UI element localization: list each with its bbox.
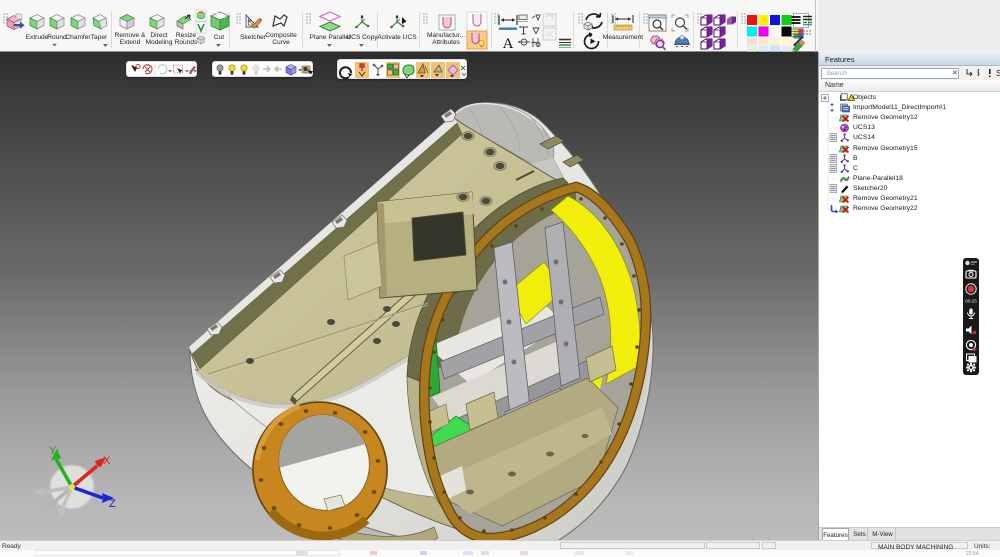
svg-text:UCS Copy: UCS Copy <box>346 34 378 41</box>
svg-text:Direct: Direct <box>150 32 167 39</box>
svg-text:Attributes: Attributes <box>432 39 461 46</box>
svg-text:Plane Parallel: Plane Parallel <box>310 34 351 41</box>
svg-text:Measurement: Measurement <box>603 34 643 41</box>
svg-text:S: S <box>996 69 1000 78</box>
svg-text:A: A <box>503 36 514 52</box>
svg-text:Extrude: Extrude <box>26 34 49 41</box>
svg-text:Modeling: Modeling <box>146 39 173 46</box>
svg-text:Manufactur...: Manufactur... <box>427 32 465 39</box>
svg-text:Z: Z <box>109 498 116 510</box>
svg-text:X: X <box>103 455 111 467</box>
svg-text:Sketcher: Sketcher <box>240 34 267 41</box>
svg-text:Cut: Cut <box>214 34 224 41</box>
svg-text:Y: Y <box>49 445 57 457</box>
svg-text:Resize: Resize <box>176 32 196 39</box>
svg-text:Composite: Composite <box>265 32 297 39</box>
svg-text:Curve: Curve <box>272 39 290 46</box>
svg-text:Activate UCS: Activate UCS <box>377 34 417 41</box>
svg-text:Extend: Extend <box>120 39 141 46</box>
svg-text:Remove &: Remove & <box>115 32 146 39</box>
svg-text:Rounds: Rounds <box>175 39 198 46</box>
svg-text:Taper: Taper <box>91 34 108 41</box>
svg-text:Chamfer: Chamfer <box>65 34 91 41</box>
svg-text:b: b <box>248 18 251 24</box>
svg-text:Round: Round <box>47 34 67 41</box>
svg-text:00:25: 00:25 <box>965 299 977 304</box>
